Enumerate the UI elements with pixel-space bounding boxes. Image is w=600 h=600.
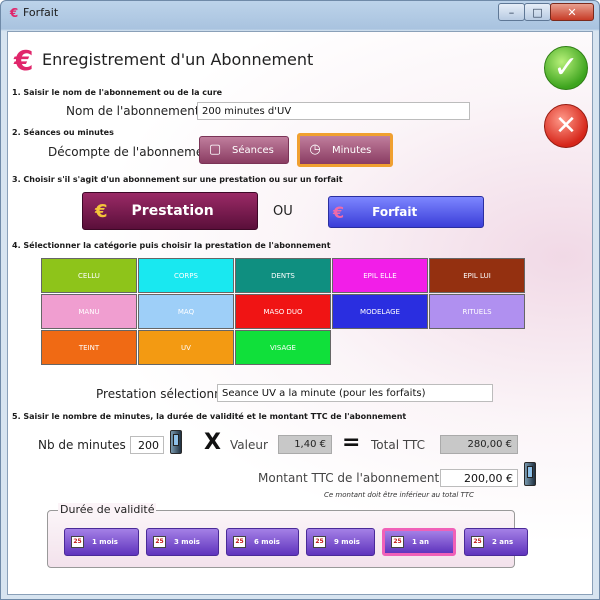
close-button[interactable]: ✕ xyxy=(550,3,594,21)
abonnement-name-label: Nom de l'abonnement xyxy=(66,104,200,118)
duree-3-mois-button[interactable]: 25 3 mois xyxy=(146,528,219,556)
category-epil-elle[interactable]: EPIL ELLE xyxy=(332,258,428,293)
duree-label: 9 mois xyxy=(334,538,360,546)
duree-label: 1 mois xyxy=(92,538,118,546)
duree-6-mois-button[interactable]: 25 6 mois xyxy=(226,528,299,556)
section-2-title: 2. Séances ou minutes xyxy=(12,128,114,137)
prestation-selected-label: Prestation sélectionnée xyxy=(96,387,237,401)
duree-label: 3 mois xyxy=(174,538,200,546)
category-visage[interactable]: VISAGE xyxy=(235,330,331,365)
seances-label: Séances xyxy=(232,144,274,156)
section-4-title: 4. Sélectionner la catégorie puis choisi… xyxy=(12,241,331,250)
equals-sign: = xyxy=(342,430,361,455)
category-epil-lui[interactable]: EPIL LUI xyxy=(429,258,525,293)
category-manu[interactable]: MANU xyxy=(41,294,137,329)
category-rituels[interactable]: RITUELS xyxy=(429,294,525,329)
decompte-label: Décompte de l'abonnement xyxy=(48,145,216,159)
seances-button[interactable]: ▢ Séances xyxy=(199,136,289,164)
calendar-icon: 25 xyxy=(313,536,326,548)
page-title: Enregistrement d'un Abonnement xyxy=(42,50,314,69)
euro-pink-icon: € xyxy=(333,202,345,222)
forfait-button[interactable]: € Forfait xyxy=(328,196,484,228)
minutes-button[interactable]: ◷ Minutes xyxy=(297,133,393,167)
ou-label: OU xyxy=(273,204,293,219)
nb-minutes-input[interactable]: 200 xyxy=(130,436,164,454)
section-3-title: 3. Choisir s'il s'agit d'un abonnement s… xyxy=(12,175,343,184)
calendar-icon: 25 xyxy=(471,536,484,548)
montant-input[interactable]: 200,00 € xyxy=(440,469,518,487)
prestation-selected-field[interactable]: Seance UV a la minute (pour les forfaits… xyxy=(217,384,493,402)
calendar-icon: 25 xyxy=(233,536,246,548)
multiply-sign: X xyxy=(204,430,221,455)
euro-gold-icon: € xyxy=(95,200,108,222)
duree-label: 6 mois xyxy=(254,538,280,546)
clock-icon: ◷ xyxy=(309,142,321,157)
x-icon: ✕ xyxy=(555,111,577,141)
category-teint[interactable]: TEINT xyxy=(41,330,137,365)
window-title: Forfait xyxy=(23,6,59,19)
category-dents[interactable]: DENTS xyxy=(235,258,331,293)
abonnement-name-input[interactable]: 200 minutes d'UV xyxy=(197,102,470,120)
calendar-icon: 25 xyxy=(153,536,166,548)
valeur-value: 1,40 € xyxy=(278,435,332,454)
validate-button[interactable]: ✓ xyxy=(544,46,588,90)
category-maq[interactable]: MAQ xyxy=(138,294,234,329)
calendar-icon: 25 xyxy=(71,536,84,548)
duree-1-mois-button[interactable]: 25 1 mois xyxy=(64,528,139,556)
total-ttc-value: 280,00 € xyxy=(440,435,518,454)
valeur-label: Valeur xyxy=(230,438,268,452)
prestation-label: Prestation xyxy=(131,203,214,219)
section-1-title: 1. Saisir le nom de l'abonnement ou de l… xyxy=(12,88,223,97)
forfait-window: € Forfait – □ ✕ € Enregistrement d'un Ab… xyxy=(0,0,600,600)
duree-2-ans-button[interactable]: 25 2 ans xyxy=(464,528,528,556)
keypad-icon[interactable] xyxy=(170,430,182,454)
maximize-button[interactable]: □ xyxy=(524,3,551,21)
prestation-button[interactable]: € Prestation xyxy=(82,192,258,230)
duree-label: 2 ans xyxy=(492,538,514,546)
duree-title: Durée de validité xyxy=(58,503,157,516)
form-client-area: € Enregistrement d'un Abonnement ✓ ✕ 1. … xyxy=(7,31,593,595)
keypad-icon-2[interactable] xyxy=(524,462,536,486)
section-5-title: 5. Saisir le nombre de minutes, la durée… xyxy=(12,412,407,421)
nb-minutes-label: Nb de minutes xyxy=(38,438,126,452)
total-ttc-label: Total TTC xyxy=(371,438,425,452)
calendar-icon: ▢ xyxy=(208,142,222,157)
cancel-button[interactable]: ✕ xyxy=(544,104,588,148)
minimize-button[interactable]: – xyxy=(498,3,525,21)
checkmark-icon: ✓ xyxy=(553,50,579,85)
minutes-label: Minutes xyxy=(332,144,372,156)
category-maso-duo[interactable]: MASO DUO xyxy=(235,294,331,329)
category-corps[interactable]: CORPS xyxy=(138,258,234,293)
euro-logo-icon: € xyxy=(14,44,34,77)
duree-1-an-button[interactable]: 25 1 an xyxy=(382,528,456,556)
app-icon: € xyxy=(9,6,19,20)
category-uv[interactable]: UV xyxy=(138,330,234,365)
forfait-label: Forfait xyxy=(372,205,418,219)
montant-note: Ce montant doit être inférieur au total … xyxy=(324,491,474,499)
montant-label: Montant TTC de l'abonnement xyxy=(258,471,440,485)
calendar-icon: 25 xyxy=(391,536,404,548)
title-bar[interactable]: € Forfait – □ ✕ xyxy=(1,1,599,27)
duree-9-mois-button[interactable]: 25 9 mois xyxy=(306,528,375,556)
duree-label: 1 an xyxy=(412,538,430,546)
category-cellu[interactable]: CELLU xyxy=(41,258,137,293)
category-modelage[interactable]: MODELAGE xyxy=(332,294,428,329)
